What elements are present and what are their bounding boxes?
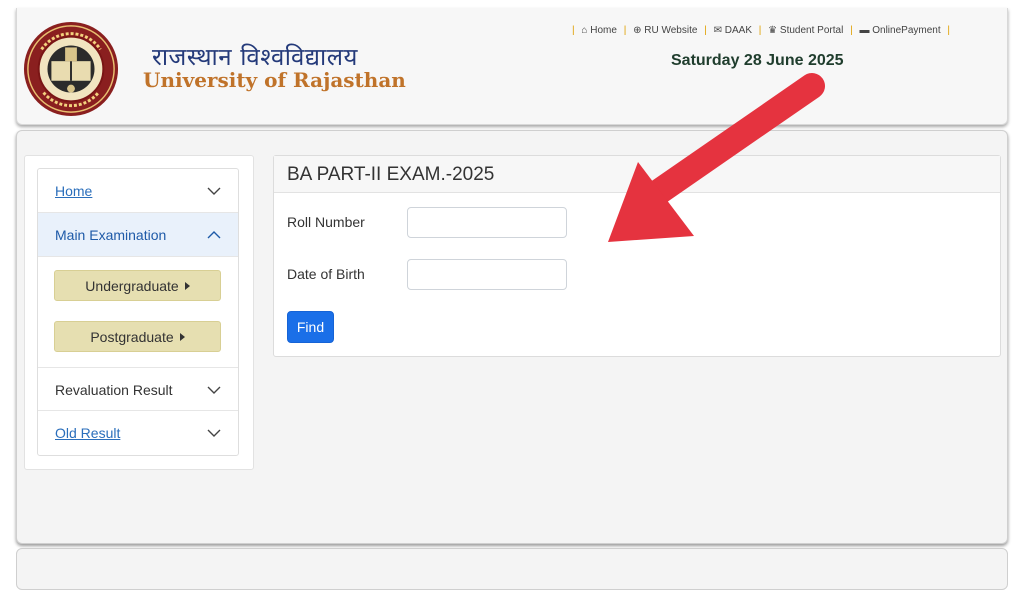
chevron-up-icon bbox=[207, 231, 221, 239]
top-link-student-portal[interactable]: ♛ Student Portal bbox=[768, 25, 843, 36]
exam-title: BA PART-II EXAM.-2025 bbox=[287, 164, 495, 185]
postgraduate-button[interactable]: Postgraduate bbox=[54, 321, 221, 352]
sidebar-accordion: Home Main Examination Undergraduate Post… bbox=[37, 168, 239, 456]
sidebar-item-label[interactable]: Home bbox=[55, 183, 92, 199]
chevron-down-icon bbox=[207, 386, 221, 394]
date-of-birth-label: Date of Birth bbox=[287, 266, 365, 282]
caret-right-icon bbox=[184, 282, 190, 290]
date-of-birth-input[interactable] bbox=[407, 259, 567, 290]
sidebar-item-old-result[interactable]: Old Result bbox=[38, 411, 238, 455]
mail-icon: ✉ bbox=[713, 25, 722, 36]
undergraduate-button[interactable]: Undergraduate bbox=[54, 270, 221, 301]
find-button[interactable]: Find bbox=[287, 311, 334, 343]
graduation-icon: ♛ bbox=[768, 25, 778, 36]
globe-icon: ⊕ bbox=[633, 25, 642, 36]
top-link-daak[interactable]: ✉ DAAK bbox=[714, 25, 752, 36]
university-seal-logo bbox=[23, 21, 119, 117]
sidebar-item-main-examination[interactable]: Main Examination bbox=[38, 213, 238, 257]
top-link-ru-website[interactable]: ⊕ RU Website bbox=[633, 25, 697, 36]
sidebar-item-label[interactable]: Old Result bbox=[55, 425, 120, 441]
footer-panel bbox=[16, 548, 1008, 590]
top-link-home[interactable]: ⌂ Home bbox=[581, 25, 617, 36]
sidebar-item-label: Revaluation Result bbox=[55, 382, 173, 398]
home-icon: ⌂ bbox=[581, 25, 588, 36]
roll-number-label: Roll Number bbox=[287, 214, 365, 230]
card-header: BA PART-II EXAM.-2025 bbox=[274, 156, 1000, 193]
top-link-online-payment[interactable]: ▬ OnlinePayment bbox=[859, 25, 940, 36]
chevron-down-icon bbox=[207, 429, 221, 437]
sidebar-item-home[interactable]: Home bbox=[38, 169, 238, 213]
sidebar-item-revaluation-result[interactable]: Revaluation Result bbox=[38, 367, 238, 411]
university-title-english: University of Rajasthan bbox=[143, 68, 406, 92]
roll-number-input[interactable] bbox=[407, 207, 567, 238]
top-links-bar: | ⌂ Home | ⊕ RU Website | ✉ DAAK | ♛ Stu… bbox=[572, 25, 951, 36]
result-form-card: BA PART-II EXAM.-2025 Roll Number Date o… bbox=[273, 155, 1001, 357]
chevron-down-icon bbox=[207, 187, 221, 195]
card-icon: ▬ bbox=[859, 25, 870, 36]
sidebar-item-label: Main Examination bbox=[55, 227, 167, 243]
caret-right-icon bbox=[179, 333, 185, 341]
current-date: Saturday 28 June 2025 bbox=[671, 52, 844, 69]
